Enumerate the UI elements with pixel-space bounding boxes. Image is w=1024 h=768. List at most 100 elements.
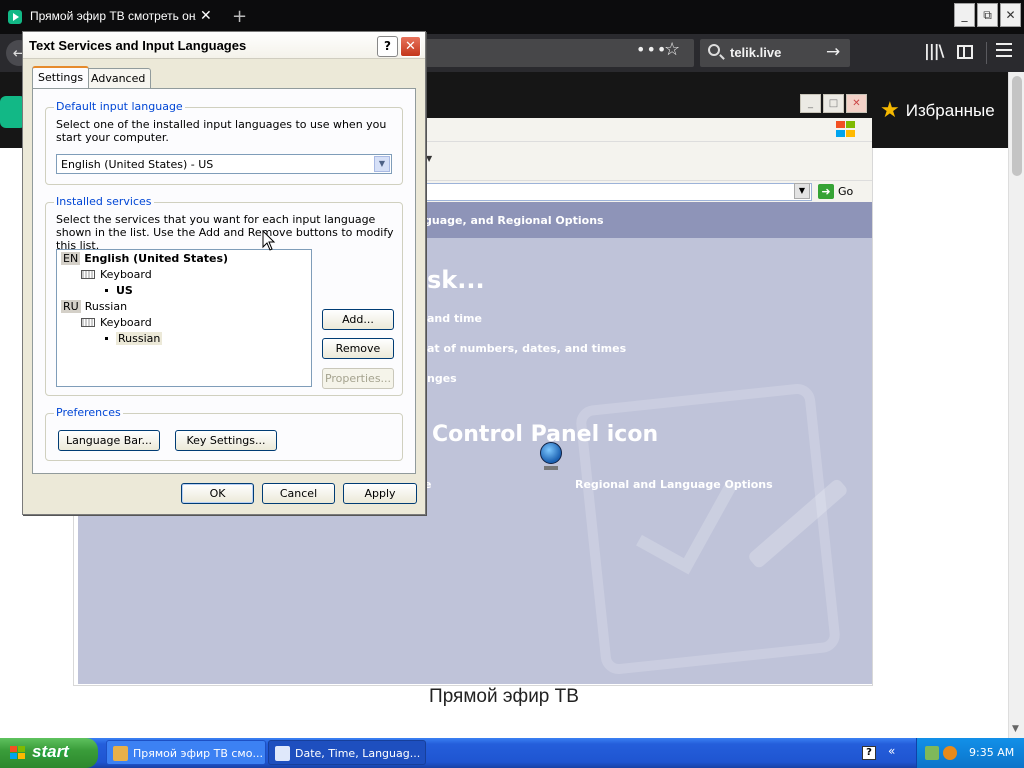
browser-app-icon	[113, 746, 128, 761]
chevron-down-icon[interactable]: ▼	[374, 156, 390, 172]
default-language-description: Select one of the installed input langua…	[56, 118, 387, 144]
installed-services-tree[interactable]: EN English (United States) Keyboard US RU…	[56, 249, 312, 387]
page-scrollbar[interactable]: ▼	[1008, 72, 1024, 738]
tree-item-layout-russian[interactable]: Russian	[105, 332, 163, 345]
minimize-icon[interactable]: _	[800, 94, 821, 113]
taskbar-item-browser[interactable]: Прямой эфир ТВ смо...	[106, 740, 266, 765]
new-tab-button[interactable]: +	[232, 6, 247, 27]
sidebar-icon[interactable]	[957, 45, 973, 59]
preferences-group: Preferences Language Bar... Key Settings…	[45, 406, 403, 461]
address-dropdown-icon[interactable]: ▼	[794, 183, 810, 199]
search-input[interactable]: telik.live	[730, 45, 781, 60]
tree-item-keyboard[interactable]: Keyboard	[81, 268, 152, 281]
control-panel-toolbar: ▼	[424, 142, 872, 180]
scrollbar-thumb[interactable]	[1012, 76, 1022, 176]
search-icon	[708, 44, 720, 56]
properties-button[interactable]: Properties...	[322, 368, 394, 389]
regional-options-link[interactable]: Regional and Language Options	[575, 478, 773, 491]
tree-item-layout-us[interactable]: US	[105, 284, 133, 297]
tree-item-keyboard[interactable]: Keyboard	[81, 316, 152, 329]
scroll-down-icon[interactable]: ▼	[1012, 724, 1019, 734]
maximize-icon[interactable]: □	[823, 94, 844, 113]
go-arrow-icon: ➜	[818, 184, 834, 199]
breadcrumb: guage, and Regional Options	[424, 214, 604, 227]
lang-code-badge: RU	[61, 300, 81, 313]
tree-item-russian[interactable]: RU Russian	[61, 300, 127, 313]
system-tray: 9:35 AM	[916, 738, 1024, 768]
tab-title: Прямой эфир ТВ смотреть онлай	[30, 9, 196, 23]
taskbar: start Прямой эфир ТВ смо... Date, Time, …	[0, 738, 1024, 768]
library-icon[interactable]: |||\	[924, 41, 944, 60]
clock[interactable]: 9:35 AM	[969, 746, 1014, 759]
cancel-button[interactable]: Cancel	[262, 483, 335, 504]
bookmark-star-icon[interactable]: ☆	[664, 39, 680, 60]
task-link-number-format[interactable]: at of numbers, dates, and times	[427, 342, 626, 355]
remove-button[interactable]: Remove	[322, 338, 394, 359]
globe-icon[interactable]	[540, 442, 562, 464]
star-icon: ★	[880, 97, 900, 122]
layout-label: US	[116, 284, 133, 297]
dialog-close-button[interactable]: ✕	[400, 36, 421, 57]
ok-button[interactable]: OK	[181, 483, 254, 504]
category-label: Keyboard	[100, 316, 152, 329]
search-box[interactable]: telik.live →	[700, 39, 850, 67]
dialog-title: Text Services and Input Languages	[29, 38, 247, 53]
dialog-titlebar[interactable]: Text Services and Input Languages ? ✕	[23, 32, 425, 59]
toolbar-dropdown-icon[interactable]: ▼	[426, 154, 432, 163]
tab-close-button[interactable]: ✕	[200, 8, 212, 24]
globe-stand	[544, 466, 558, 470]
keyboard-icon	[81, 318, 95, 327]
go-label: Go	[838, 185, 854, 198]
chevron-left-icon[interactable]: «	[888, 744, 895, 758]
taskbar-item-date-time[interactable]: Date, Time, Languag...	[268, 740, 426, 765]
close-icon[interactable]: ✕	[846, 94, 867, 113]
default-language-group: Default input language Select one of the…	[45, 100, 403, 185]
browser-close-button[interactable]: ✕	[1000, 3, 1021, 27]
address-input[interactable]	[424, 183, 812, 201]
language-name: English (United States)	[84, 252, 229, 265]
bullet-icon	[105, 337, 108, 340]
start-button[interactable]: start	[0, 738, 98, 768]
task-link-date-time[interactable]: and time	[427, 312, 482, 325]
taskbar-item-label: Date, Time, Languag...	[295, 747, 421, 760]
windows-flag-icon	[10, 746, 26, 760]
site-favicon-icon	[8, 10, 22, 24]
language-bar-button[interactable]: Language Bar...	[58, 430, 160, 451]
installed-services-description: Select the services that you want for ea…	[56, 213, 394, 252]
search-tray-icon[interactable]	[943, 746, 957, 760]
control-panel-app-icon	[275, 746, 290, 761]
video-caption: Прямой эфир ТВ	[429, 686, 579, 707]
tab-advanced[interactable]: Advanced	[85, 68, 152, 88]
layout-label: Russian	[116, 332, 163, 345]
tab-settings[interactable]: Settings	[32, 66, 90, 88]
add-button[interactable]: Add...	[322, 309, 394, 330]
toolbar-separator	[986, 42, 987, 64]
browser-tab[interactable]: Прямой эфир ТВ смотреть онлай ✕	[0, 0, 224, 34]
installed-services-legend: Installed services	[54, 195, 154, 208]
preferences-legend: Preferences	[54, 406, 123, 419]
network-icon[interactable]	[925, 746, 939, 760]
search-go-arrow-icon[interactable]: →	[826, 42, 840, 62]
control-panel-address-bar: ▼ ➜ Go	[424, 180, 872, 202]
task-link-languages[interactable]: nges	[427, 372, 457, 385]
language-help-icon[interactable]: ?	[862, 746, 876, 760]
language-name: Russian	[84, 300, 128, 313]
browser-restore-button[interactable]: ⧉	[977, 3, 998, 27]
apply-button[interactable]: Apply	[343, 483, 417, 504]
favorites-link[interactable]: ★ Избранные	[880, 96, 995, 122]
hamburger-menu-icon[interactable]	[996, 43, 1012, 61]
key-settings-button[interactable]: Key Settings...	[175, 430, 277, 451]
page-actions-button[interactable]: •••	[636, 40, 667, 59]
default-language-legend: Default input language	[54, 100, 185, 113]
default-language-select[interactable]: English (United States) - US ▼	[56, 154, 392, 174]
browser-minimize-button[interactable]: _	[954, 3, 975, 27]
control-panel-window-buttons: _ □ ✕	[798, 94, 867, 113]
help-button[interactable]: ?	[377, 36, 398, 57]
lang-code-badge: EN	[61, 252, 81, 265]
settings-tab-panel: Default input language Select one of the…	[32, 88, 416, 474]
bullet-icon	[105, 289, 108, 292]
favorites-label: Избранные	[905, 101, 995, 120]
go-button[interactable]: ➜ Go	[818, 184, 853, 199]
keyboard-icon	[81, 270, 95, 279]
tree-item-english[interactable]: EN English (United States)	[61, 252, 228, 265]
